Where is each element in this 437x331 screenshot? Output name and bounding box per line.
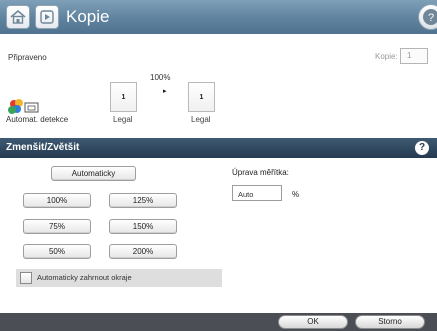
help-icon: ? <box>423 9 437 25</box>
title-bar: Kopie ? <box>0 0 437 34</box>
scale-125-button[interactable]: 125% <box>109 193 177 208</box>
svg-text:?: ? <box>428 12 434 24</box>
reduce-enlarge-panel <box>0 158 437 313</box>
scale-75-button[interactable]: 75% <box>23 219 91 234</box>
scale-input[interactable] <box>232 185 282 201</box>
scale-adjust-label: Úprava měřítka: <box>232 168 289 177</box>
include-margins-checkbox[interactable] <box>20 272 32 284</box>
copies-field[interactable]: 1 <box>400 48 428 64</box>
scale-150-button[interactable]: 150% <box>109 219 177 234</box>
source-size-label: Legal <box>113 115 133 124</box>
percent-unit: % <box>292 190 300 199</box>
scale-200-button[interactable]: 200% <box>109 244 177 259</box>
color-document-icon <box>8 99 39 114</box>
dest-size-label: Legal <box>191 115 211 124</box>
copy-app-icon <box>40 10 54 24</box>
section-title: Zmenšit/Zvětšit <box>6 142 80 153</box>
arrow-right-icon: ▸ <box>163 88 167 95</box>
section-header: Zmenšit/Zvětšit ? <box>0 138 437 158</box>
include-margins-row[interactable]: Automaticky zahrnout okraje <box>16 269 222 287</box>
scale-100-button[interactable]: 100% <box>23 193 91 208</box>
auto-detect-label: Automat. detekce <box>6 115 69 124</box>
destination-page: 1 <box>188 82 215 112</box>
scale-50-button[interactable]: 50% <box>23 244 91 259</box>
automatic-button[interactable]: Automaticky <box>51 166 136 181</box>
copy-app-button[interactable] <box>35 5 59 29</box>
ok-button[interactable]: OK <box>278 315 348 329</box>
zoom-label: 100% <box>150 73 171 82</box>
copies-label: Kopie: <box>375 52 398 61</box>
source-page: 1 <box>110 82 137 112</box>
cancel-button[interactable]: Storno <box>355 315 425 329</box>
help-icon[interactable]: ? <box>415 141 429 155</box>
page-title: Kopie <box>66 7 110 26</box>
home-button[interactable] <box>6 5 30 29</box>
home-icon <box>10 9 26 24</box>
help-button-top[interactable]: ? <box>418 4 437 30</box>
include-margins-label: Automaticky zahrnout okraje <box>37 273 132 282</box>
status-text: Připraveno <box>8 53 47 62</box>
